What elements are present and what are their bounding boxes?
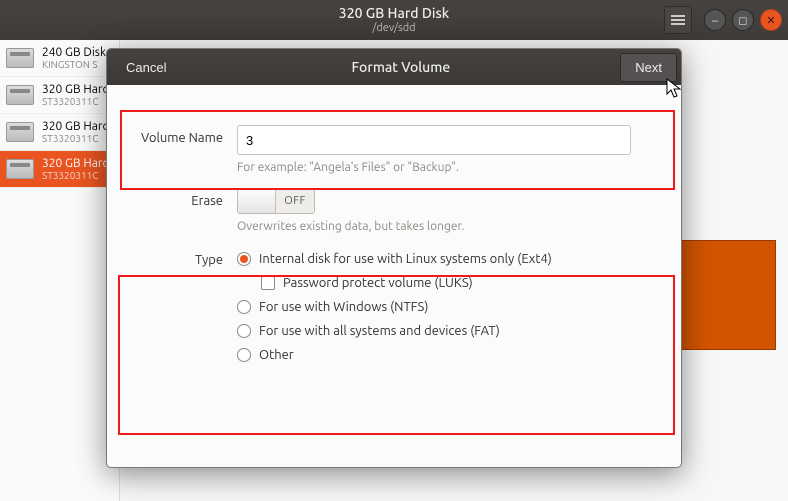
option-label: Password protect volume (LUKS) xyxy=(283,276,473,290)
window-subtitle: /dev/sdd xyxy=(339,22,449,34)
option-label: Other xyxy=(259,348,294,362)
option-label: For use with all systems and devices (FA… xyxy=(259,324,500,338)
erase-toggle[interactable]: OFF xyxy=(237,188,315,214)
dialog-header: Cancel Format Volume Next xyxy=(107,49,681,85)
disk-title: 240 GB Disk xyxy=(42,46,106,59)
disk-icon xyxy=(6,85,34,105)
disk-title: 320 GB Hard xyxy=(42,83,109,96)
type-option-ntfs[interactable]: For use with Windows (NTFS) xyxy=(237,295,661,319)
volume-name-row: Volume Name For example: "Angela's Files… xyxy=(107,125,681,174)
option-label: For use with Windows (NTFS) xyxy=(259,300,428,314)
titlebar: 320 GB Hard Disk /dev/sdd ‒ ◻ ✕ xyxy=(0,0,788,40)
radio-icon xyxy=(237,348,251,362)
radio-icon xyxy=(237,300,251,314)
erase-row: Erase OFF Overwrites existing data, but … xyxy=(107,188,681,233)
next-button[interactable]: Next xyxy=(620,53,677,82)
disk-subtitle: KINGSTON S xyxy=(42,59,106,70)
close-button[interactable]: ✕ xyxy=(760,9,782,31)
volume-name-label: Volume Name xyxy=(127,125,237,145)
disk-title: 320 GB Hard xyxy=(42,157,109,170)
volume-name-input[interactable] xyxy=(237,125,631,155)
format-volume-dialog: Cancel Format Volume Next Volume Name Fo… xyxy=(106,48,682,468)
disk-icon xyxy=(6,48,34,68)
cancel-button[interactable]: Cancel xyxy=(111,53,181,82)
volume-name-hint: For example: "Angela's Files" or "Backup… xyxy=(237,161,631,174)
disk-list-item[interactable]: 320 GB Hard ST3320311C xyxy=(0,77,119,114)
maximize-button[interactable]: ◻ xyxy=(732,9,754,31)
radio-icon xyxy=(237,252,251,266)
disk-subtitle: ST3320311C xyxy=(42,133,109,144)
hamburger-icon xyxy=(671,15,685,25)
disk-icon xyxy=(6,122,34,142)
type-option-luks[interactable]: Password protect volume (LUKS) xyxy=(237,271,661,295)
disk-list-item[interactable]: 320 GB Hard ST3320311C xyxy=(0,151,119,188)
toggle-knob xyxy=(238,189,276,213)
disk-list-item[interactable]: 320 GB Hard ST3320311C xyxy=(0,114,119,151)
type-option-ext4[interactable]: Internal disk for use with Linux systems… xyxy=(237,247,661,271)
disk-icon xyxy=(6,159,34,179)
disk-subtitle: ST3320311C xyxy=(42,170,109,181)
disk-title: 320 GB Hard xyxy=(42,120,109,133)
erase-label: Erase xyxy=(127,188,237,208)
minimize-button[interactable]: ‒ xyxy=(704,9,726,31)
window-title: 320 GB Hard Disk xyxy=(339,6,449,21)
option-label: Internal disk for use with Linux systems… xyxy=(259,252,552,266)
dialog-title: Format Volume xyxy=(181,59,620,75)
disk-sidebar: 240 GB Disk KINGSTON S 320 GB Hard ST332… xyxy=(0,40,120,501)
type-label: Type xyxy=(127,247,237,267)
type-option-fat[interactable]: For use with all systems and devices (FA… xyxy=(237,319,661,343)
type-row: Type Internal disk for use with Linux sy… xyxy=(107,247,681,367)
erase-hint: Overwrites existing data, but takes long… xyxy=(237,220,661,233)
hamburger-menu-button[interactable] xyxy=(664,6,692,34)
type-option-other[interactable]: Other xyxy=(237,343,661,367)
disk-subtitle: ST3320311C xyxy=(42,96,109,107)
disk-list-item[interactable]: 240 GB Disk KINGSTON S xyxy=(0,40,119,77)
toggle-state: OFF xyxy=(276,189,314,213)
checkbox-icon xyxy=(261,276,275,290)
radio-icon xyxy=(237,324,251,338)
